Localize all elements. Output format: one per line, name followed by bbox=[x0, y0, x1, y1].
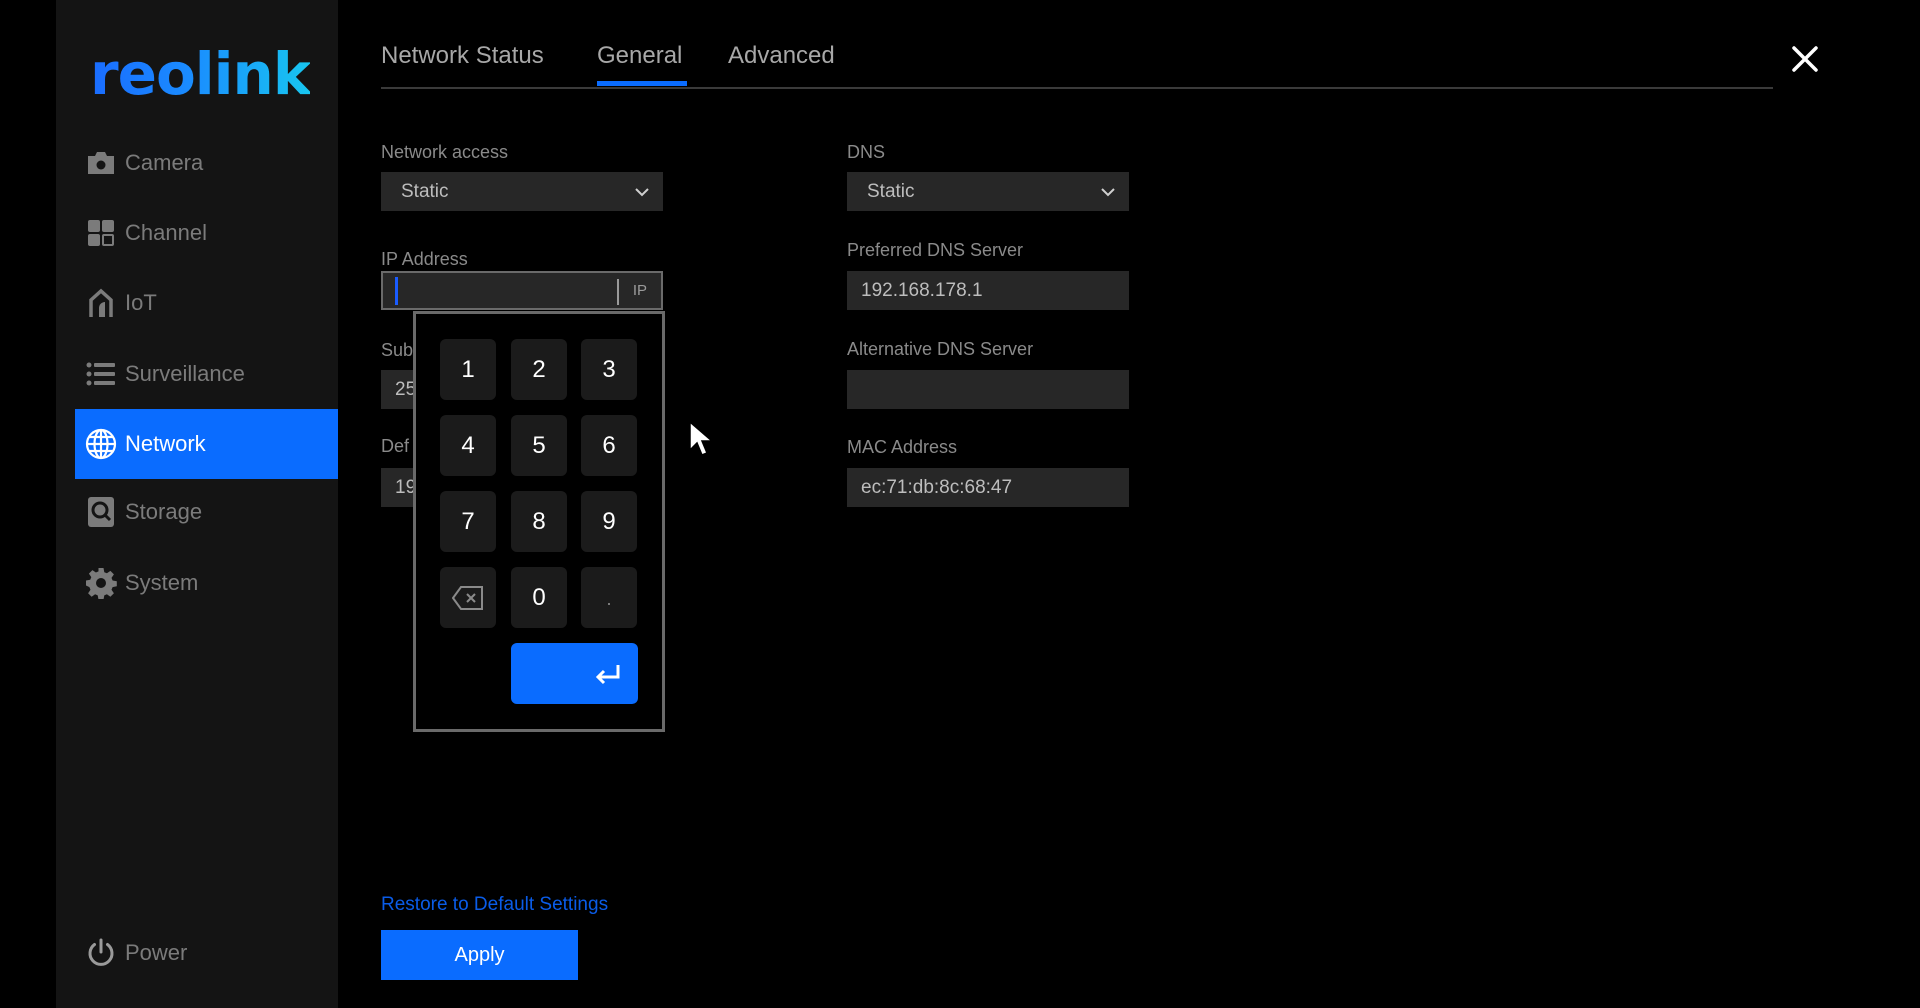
mac-address-field: ec:71:db:8c:68:47 bbox=[847, 468, 1129, 507]
gear-icon bbox=[85, 567, 117, 599]
list-icon bbox=[85, 358, 117, 390]
dns-value: Static bbox=[867, 180, 915, 202]
close-button[interactable] bbox=[1790, 44, 1820, 74]
dns-select[interactable]: Static bbox=[847, 172, 1129, 211]
power-icon bbox=[85, 937, 117, 969]
sidebar-item-camera[interactable]: Camera bbox=[75, 128, 338, 198]
tab-divider bbox=[381, 87, 1773, 89]
power-label: Power bbox=[125, 940, 188, 965]
sidebar-item-label: Storage bbox=[125, 499, 203, 524]
key-7[interactable]: 7 bbox=[440, 491, 496, 552]
restore-defaults-link[interactable]: Restore to Default Settings bbox=[381, 894, 608, 916]
text-caret bbox=[395, 276, 398, 305]
ip-separator bbox=[617, 279, 619, 305]
preferred-dns-input[interactable]: 192.168.178.1 bbox=[847, 271, 1129, 310]
reolink-logo: reolink bbox=[90, 40, 311, 108]
sidebar-item-iot[interactable]: IoT bbox=[75, 268, 338, 338]
storage-icon bbox=[85, 496, 117, 528]
enter-icon bbox=[595, 664, 620, 684]
numeric-keypad: 1 2 3 4 5 6 7 8 9 0 . bbox=[413, 311, 665, 732]
chevron-down-icon bbox=[1101, 187, 1115, 196]
channel-grid-icon bbox=[85, 217, 117, 249]
sidebar-item-network[interactable]: Network bbox=[75, 409, 338, 479]
sidebar-item-label: Channel bbox=[125, 220, 207, 245]
key-1[interactable]: 1 bbox=[440, 339, 496, 400]
key-5[interactable]: 5 bbox=[511, 415, 567, 476]
sidebar-item-storage[interactable]: Storage bbox=[75, 477, 338, 547]
key-8[interactable]: 8 bbox=[511, 491, 567, 552]
dns-label: DNS bbox=[847, 142, 886, 162]
key-4[interactable]: 4 bbox=[440, 415, 496, 476]
ip-address-label: IP Address bbox=[381, 249, 468, 269]
network-access-value: Static bbox=[401, 180, 449, 202]
preferred-dns-label: Preferred DNS Server bbox=[847, 240, 1024, 260]
sidebar-item-label: IoT bbox=[125, 290, 157, 315]
sidebar-item-label: Network bbox=[125, 431, 206, 456]
power-button[interactable]: Power bbox=[75, 918, 338, 988]
chevron-down-icon bbox=[635, 187, 649, 196]
sidebar-item-label: Camera bbox=[125, 150, 204, 175]
sidebar-item-system[interactable]: System bbox=[75, 548, 338, 618]
network-access-label: Network access bbox=[381, 142, 509, 162]
subnet-mask-label: Sub bbox=[381, 340, 414, 360]
active-tab-indicator bbox=[597, 81, 687, 86]
apply-button[interactable]: Apply bbox=[381, 930, 578, 980]
tab-general[interactable]: General bbox=[597, 42, 682, 70]
key-2[interactable]: 2 bbox=[511, 339, 567, 400]
key-backspace[interactable] bbox=[440, 567, 496, 628]
enter-button[interactable] bbox=[511, 643, 638, 704]
mouse-pointer-icon bbox=[688, 420, 715, 463]
key-9[interactable]: 9 bbox=[581, 491, 637, 552]
preferred-dns-value: 192.168.178.1 bbox=[861, 279, 983, 301]
default-gateway-label: Def bbox=[381, 436, 410, 456]
key-6[interactable]: 6 bbox=[581, 415, 637, 476]
key-0[interactable]: 0 bbox=[511, 567, 567, 628]
iot-home-icon bbox=[85, 287, 117, 319]
close-icon bbox=[1792, 46, 1818, 72]
alternative-dns-input[interactable] bbox=[847, 370, 1129, 409]
sidebar-item-label: Surveillance bbox=[125, 361, 245, 386]
mac-address-value: ec:71:db:8c:68:47 bbox=[861, 476, 1013, 498]
tab-network-status[interactable]: Network Status bbox=[381, 42, 544, 70]
mac-address-label: MAC Address bbox=[847, 437, 958, 457]
sidebar-item-label: System bbox=[125, 570, 199, 595]
network-access-select[interactable]: Static bbox=[381, 172, 663, 211]
alternative-dns-label: Alternative DNS Server bbox=[847, 339, 1034, 359]
camera-icon bbox=[85, 147, 117, 179]
sidebar-item-surveillance[interactable]: Surveillance bbox=[75, 339, 338, 409]
key-dot[interactable]: . bbox=[581, 567, 637, 628]
globe-icon bbox=[85, 428, 117, 460]
sidebar-item-channel[interactable]: Channel bbox=[75, 198, 338, 268]
key-3[interactable]: 3 bbox=[581, 339, 637, 400]
ip-address-input[interactable]: IP bbox=[381, 271, 663, 310]
backspace-icon bbox=[452, 585, 483, 610]
ip-tag: IP bbox=[632, 282, 647, 299]
tab-advanced[interactable]: Advanced bbox=[728, 42, 835, 70]
